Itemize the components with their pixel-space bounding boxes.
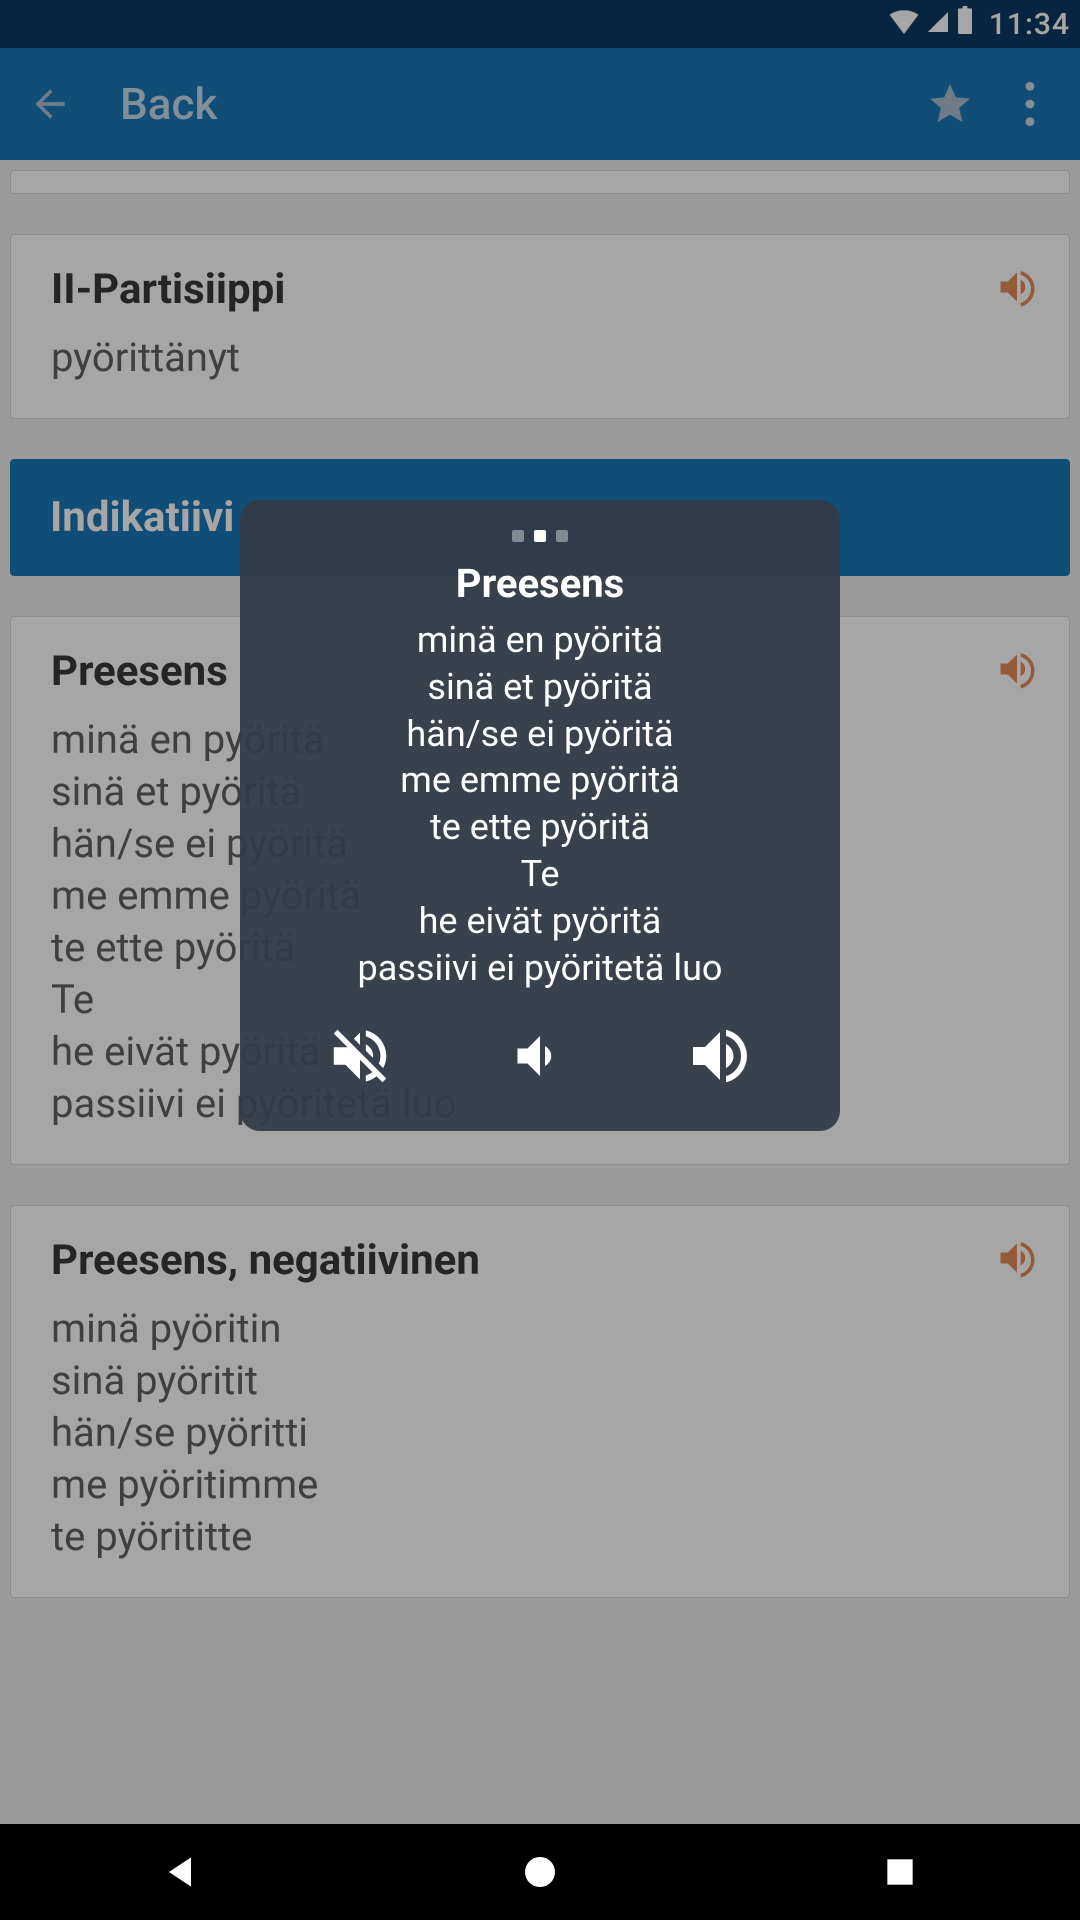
popup-line: hän/se ei pyöritä xyxy=(270,711,810,758)
popup-line: minä en pyöritä xyxy=(270,617,810,664)
system-nav-bar xyxy=(0,1824,1080,1920)
page-indicator xyxy=(270,530,810,542)
popup-line: Te xyxy=(270,851,810,898)
mute-button[interactable] xyxy=(315,1011,405,1101)
dot xyxy=(556,530,568,542)
nav-recent-button[interactable] xyxy=(865,1837,935,1907)
popup-line: me emme pyöritä xyxy=(270,757,810,804)
volume-low-button[interactable] xyxy=(495,1011,585,1101)
dot-active xyxy=(534,530,546,542)
popup-line: passiivi ei pyöritetä luo xyxy=(270,945,810,992)
dot xyxy=(512,530,524,542)
screen: 11:34 Back II-Partisiippi pyörittänyt In… xyxy=(0,0,1080,1920)
popup-controls xyxy=(270,1011,810,1101)
popup-title: Preesens xyxy=(270,560,810,607)
nav-back-button[interactable] xyxy=(145,1837,215,1907)
nav-home-button[interactable] xyxy=(505,1837,575,1907)
volume-high-button[interactable] xyxy=(675,1011,765,1101)
popup-line: he eivät pyöritä xyxy=(270,898,810,945)
popup-line: sinä et pyöritä xyxy=(270,664,810,711)
popup-line: te ette pyöritä xyxy=(270,804,810,851)
audio-popup: Preesens minä en pyöritäsinä et pyöritäh… xyxy=(240,500,840,1131)
